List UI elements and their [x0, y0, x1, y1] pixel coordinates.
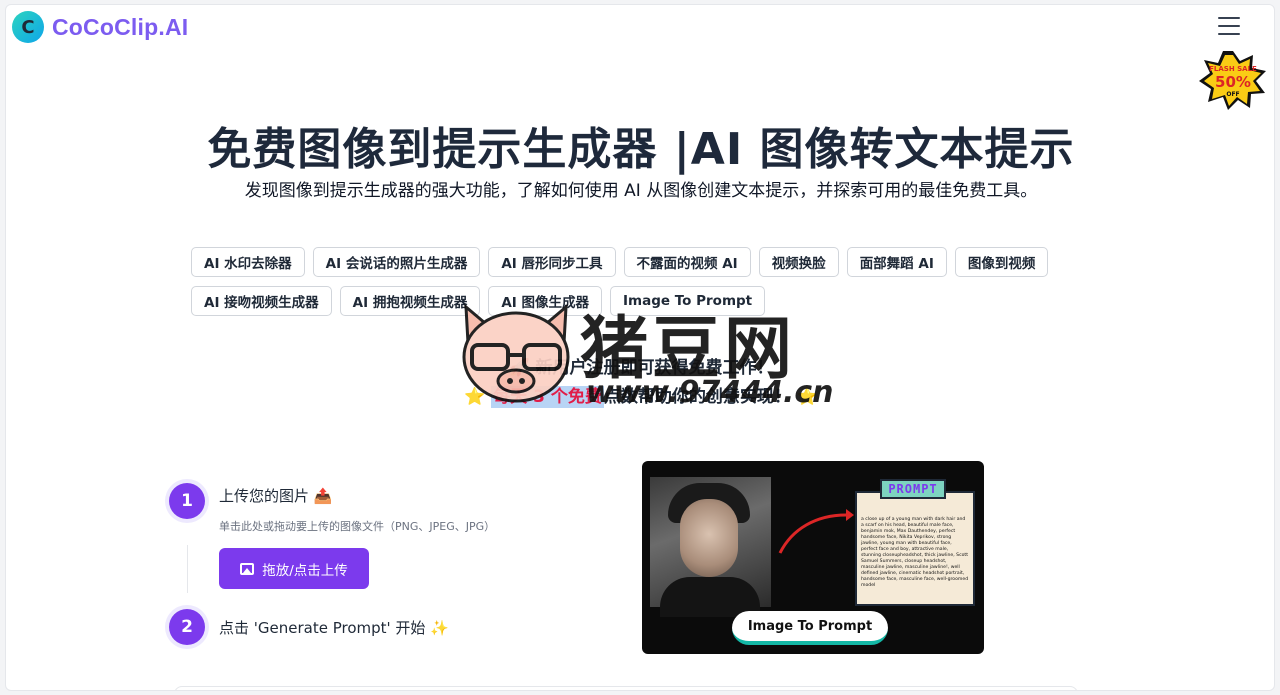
prompt-card: a close up of a young man with dark hair…: [855, 491, 975, 606]
prompt-text: a close up of a young man with dark hair…: [861, 517, 969, 588]
portrait-image: [650, 477, 771, 617]
upload-button[interactable]: 拖放/点击上传: [219, 548, 369, 589]
watermark-url: www.97444.cn: [586, 375, 834, 410]
bottom-section: [174, 686, 1078, 690]
logo-text: CoCoClip.AI: [52, 13, 189, 40]
page-subtitle: 发现图像到提示生成器的强大功能，了解如何使用 AI 从图像创建文本提示，并探索可…: [244, 181, 1038, 201]
arrow-icon: [778, 509, 854, 554]
watermark: 猪豆网 www.97444.cn: [454, 293, 854, 423]
step-number: 1: [169, 483, 205, 519]
step-2: 2 点击 'Generate Prompt' 开始 ✨: [169, 609, 449, 645]
step-1: 1 上传您的图片 📤 单击此处或拖动要上传的图像文件（PNG、JPEG、JPG）: [169, 483, 495, 534]
step-connector: [187, 545, 188, 593]
tag-faceless-video[interactable]: 不露面的视频 AI: [623, 247, 751, 277]
badge-line2: 50%: [1215, 73, 1251, 91]
tag-lip-sync[interactable]: AI 唇形同步工具: [488, 247, 616, 277]
badge-line3: OFF: [1226, 91, 1239, 98]
tag-face-swap[interactable]: 视频换脸: [758, 247, 839, 277]
tag-talking-photo[interactable]: AI 会说话的照片生成器: [312, 247, 481, 277]
step-title: 上传您的图片 📤: [219, 487, 333, 505]
upload-button-label: 拖放/点击上传: [262, 562, 348, 579]
page-title: 免费图像到提示生成器 |AI 图像转文本提示: [207, 124, 1075, 175]
tag-watermark-remover[interactable]: AI 水印去除器: [191, 247, 305, 277]
tag-kiss-video[interactable]: AI 接吻视频生成器: [191, 286, 332, 316]
tag-face-dance[interactable]: 面部舞蹈 AI: [846, 247, 947, 277]
step-number: 2: [169, 609, 205, 645]
step-title: 点击 'Generate Prompt' 开始 ✨: [219, 619, 449, 637]
flash-sale-badge[interactable]: FLASH SALE 50% OFF: [1198, 49, 1268, 111]
prompt-label: PROMPT: [880, 479, 946, 499]
pig-mascot-icon: [462, 303, 570, 403]
page-frame: C CoCoClip.AI FLASH SALE 50% OFF 免费图像到提示…: [5, 4, 1275, 691]
image-to-prompt-button[interactable]: Image To Prompt: [732, 611, 888, 645]
logo-icon: C: [12, 11, 44, 43]
hamburger-menu-icon[interactable]: [1218, 17, 1240, 35]
tag-image-to-video[interactable]: 图像到视频: [954, 247, 1049, 277]
logo[interactable]: C CoCoClip.AI: [12, 11, 188, 43]
badge-line1: FLASH SALE: [1209, 65, 1257, 73]
image-icon: [240, 562, 255, 575]
image-to-prompt-preview: a close up of a young man with dark hair…: [642, 461, 984, 654]
step-description: 单击此处或拖动要上传的图像文件（PNG、JPEG、JPG）: [219, 520, 496, 533]
